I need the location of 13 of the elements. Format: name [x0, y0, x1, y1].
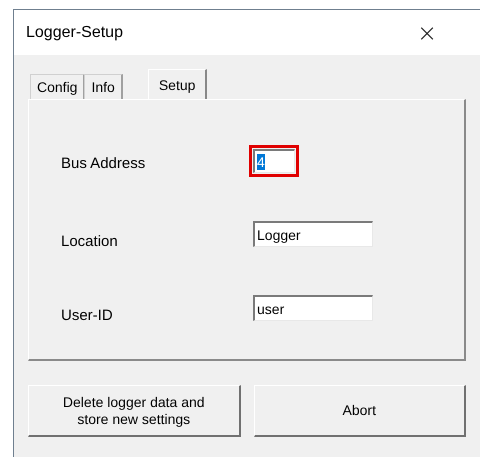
push-button[interactable]: Abort — [254, 385, 466, 437]
tab[interactable]: Setup — [148, 69, 208, 99]
field-label: User-ID — [60, 306, 114, 324]
input-field[interactable]: 4 — [253, 149, 295, 173]
tab[interactable]: Config — [30, 74, 86, 99]
window-title: Logger-Setup — [26, 24, 124, 42]
tab[interactable]: Info — [84, 74, 123, 99]
field-label: Location — [60, 232, 119, 250]
input-field[interactable]: user — [253, 295, 373, 321]
push-button[interactable]: Delete logger data and store new settings — [28, 385, 240, 437]
close-button[interactable]: × — [412, 20, 442, 44]
field-label: Bus Address — [60, 154, 146, 172]
input-field[interactable]: Logger — [253, 221, 373, 247]
